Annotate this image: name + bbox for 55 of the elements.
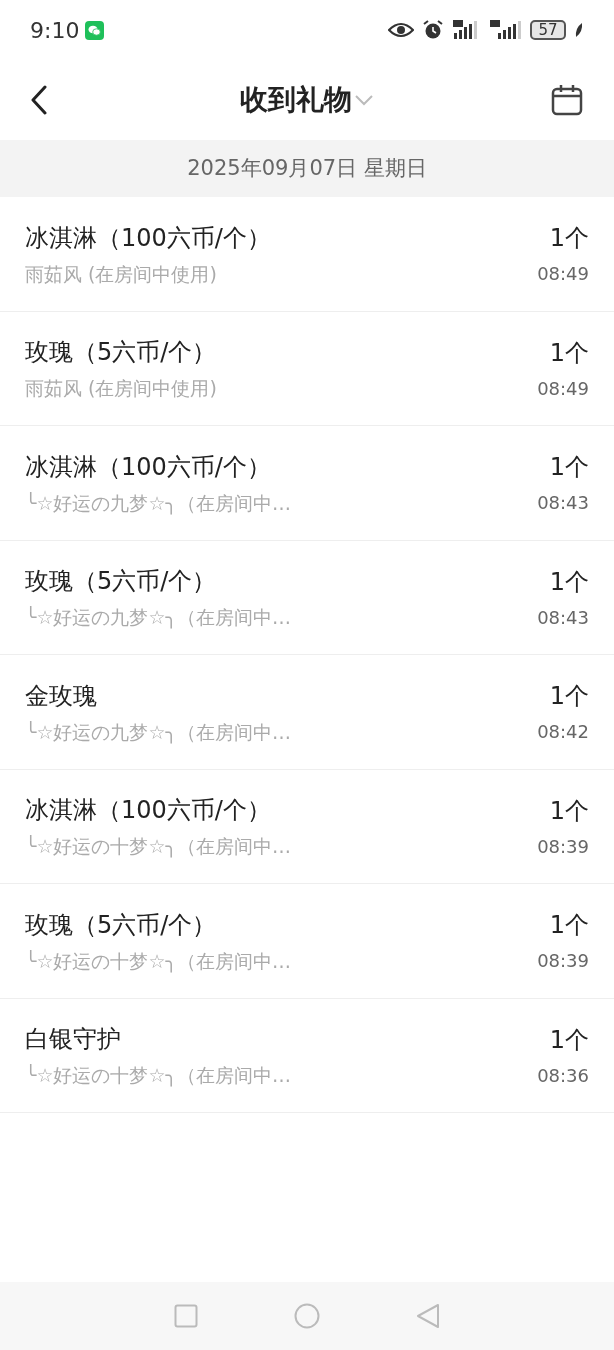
signal-icon <box>488 19 522 41</box>
page-title[interactable]: 收到礼物 <box>240 79 352 121</box>
status-time: 9:10 <box>30 16 80 45</box>
gift-count: 1个 <box>549 337 589 369</box>
gift-record-row[interactable]: 冰淇淋（100六币/个） ╰☆好运の九梦☆╮（在房间中… 1个 08:43 <box>0 426 614 541</box>
gift-name: 玫瑰（5六币/个） <box>25 909 218 941</box>
gift-count: 1个 <box>549 681 589 713</box>
gift-time: 08:36 <box>537 1063 589 1088</box>
gift-name: 冰淇淋（100六币/个） <box>25 795 272 826</box>
home-button[interactable] <box>294 1303 320 1329</box>
gift-name: 冰淇淋（100六币/个） <box>25 222 271 254</box>
battery-indicator: 57 <box>530 20 566 40</box>
calendar-button[interactable] <box>550 83 584 117</box>
gift-name: 冰淇淋（100六币/个） <box>25 451 272 483</box>
gift-record-row[interactable]: 玫瑰（5六币/个） ╰☆好运の十梦☆╮（在房间中… 1个 08:39 <box>0 884 614 999</box>
gift-sender: ╰☆好运の十梦☆╮（在房间中… <box>25 1063 291 1089</box>
chat-app-icon <box>85 20 105 40</box>
gift-record-row[interactable]: 冰淇淋（100六币/个） ╰☆好运の十梦☆╮（在房间中… 1个 08:39 <box>0 769 614 884</box>
gift-count: 1个 <box>549 910 589 942</box>
gift-count: 1个 <box>549 795 589 827</box>
gift-sender: ╰☆好运の九梦☆╮（在房间中… <box>25 719 291 746</box>
gift-sender: ╰☆好运の九梦☆╮（在房间中… <box>25 490 291 517</box>
gift-sender: 雨茹风 (在房间中使用) <box>25 376 217 401</box>
gift-sender: 雨茹风 (在房间中使用) <box>25 261 218 287</box>
gift-count: 1个 <box>549 566 589 598</box>
gift-time: 08:39 <box>537 949 589 974</box>
leaf-icon <box>574 22 584 38</box>
gift-sender: ╰☆好运の九梦☆╮（在房间中… <box>25 605 291 631</box>
gift-name: 金玫瑰 <box>25 680 98 712</box>
gift-count: 1个 <box>549 1024 589 1056</box>
gift-time: 08:42 <box>537 720 589 745</box>
gift-name: 白银守护 <box>25 1024 122 1055</box>
gift-count: 1个 <box>549 452 589 484</box>
signal-icon <box>452 19 480 41</box>
chevron-down-icon[interactable] <box>354 94 374 106</box>
gift-time: 08:49 <box>537 376 589 401</box>
alarm-icon <box>422 19 444 41</box>
recent-apps-button[interactable] <box>174 1304 198 1328</box>
gift-time: 08:43 <box>537 605 589 630</box>
gift-name: 玫瑰（5六币/个） <box>25 566 218 597</box>
gift-record-row[interactable]: 玫瑰（5六币/个） ╰☆好运の九梦☆╮（在房间中… 1个 08:43 <box>0 540 614 655</box>
gift-record-row[interactable]: 玫瑰（5六币/个） 雨茹风 (在房间中使用) 1个 08:49 <box>0 311 614 426</box>
gift-time: 08:49 <box>537 262 589 287</box>
back-nav-button[interactable] <box>416 1303 440 1329</box>
date-header: 2025年09月07日 星期日 <box>0 140 614 197</box>
eye-icon <box>388 22 414 38</box>
gift-time: 08:39 <box>537 834 589 859</box>
gift-sender: ╰☆好运の十梦☆╮（在房间中… <box>25 948 291 975</box>
gift-record-row[interactable]: 金玫瑰 ╰☆好运の九梦☆╮（在房间中… 1个 08:42 <box>0 655 614 770</box>
gift-name: 玫瑰（5六币/个） <box>25 337 217 368</box>
gift-time: 08:43 <box>537 491 589 516</box>
gift-record-row[interactable]: 白银守护 ╰☆好运の十梦☆╮（在房间中… 1个 08:36 <box>0 998 614 1113</box>
gift-record-row[interactable]: 冰淇淋（100六币/个） 雨茹风 (在房间中使用) 1个 08:49 <box>0 197 614 312</box>
gift-count: 1个 <box>549 223 589 255</box>
gift-sender: ╰☆好运の十梦☆╮（在房间中… <box>25 834 291 860</box>
